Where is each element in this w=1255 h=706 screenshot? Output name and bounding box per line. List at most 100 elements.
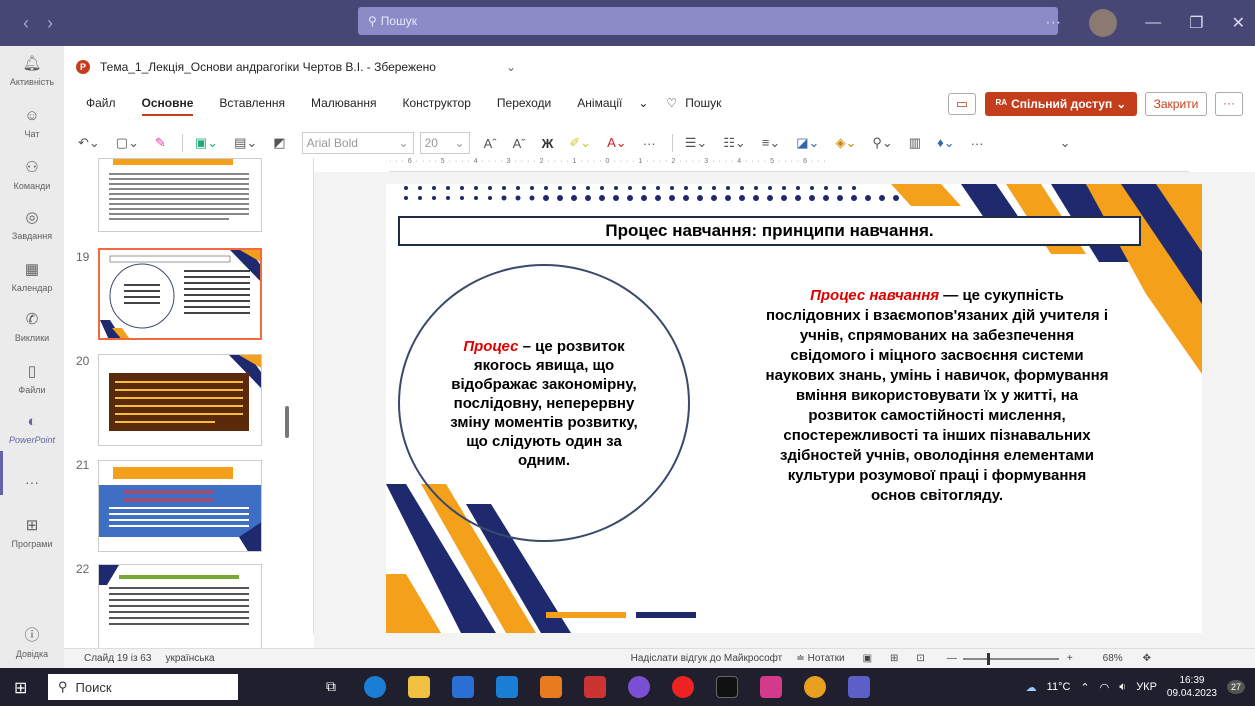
rail-item-calls[interactable]: ✆ Виклики	[0, 310, 64, 343]
tab-draw[interactable]: Малювання	[311, 96, 376, 116]
font-size-select[interactable]: 20 ⌄	[419, 132, 470, 154]
language-indicator[interactable]: УКР	[1136, 681, 1157, 693]
close-window-icon[interactable]: ✕	[1232, 13, 1245, 33]
thumbnail-slide-20[interactable]	[98, 354, 262, 446]
chevron-down-icon[interactable]: ⌄	[638, 96, 648, 116]
paste-icon[interactable]: ▢⌄	[116, 135, 139, 151]
notes-button[interactable]: Нотатки	[808, 653, 845, 664]
weather-temp[interactable]: 11°C	[1047, 681, 1071, 693]
current-slide[interactable]: Процес навчання: принципи навчання. Проц…	[386, 184, 1202, 633]
rail-item-teams[interactable]: ⚇ Команди	[0, 158, 64, 191]
tab-design[interactable]: Конструктор	[402, 96, 470, 116]
thumbnail-slide-18[interactable]	[98, 158, 262, 232]
increase-font-icon[interactable]: Aˆ	[484, 136, 497, 151]
more-button[interactable]: ···	[1215, 92, 1243, 116]
instagram-icon[interactable]	[760, 676, 782, 698]
close-button[interactable]: Закрити	[1145, 92, 1207, 116]
tab-insert[interactable]: Вставлення	[219, 96, 285, 116]
zoom-out-icon[interactable]: —	[947, 653, 957, 664]
file-explorer-icon[interactable]	[408, 676, 430, 698]
task-view-icon[interactable]: ⧉	[326, 678, 336, 695]
edge-icon[interactable]	[364, 676, 386, 698]
avatar[interactable]	[1089, 9, 1118, 37]
windows-start-icon[interactable]: ⊞	[14, 678, 27, 698]
thumbnail-slide-21[interactable]	[98, 460, 262, 552]
tab-transitions[interactable]: Переходи	[497, 96, 551, 116]
chevron-down-icon[interactable]: ⌄	[1060, 135, 1071, 151]
wifi-icon[interactable]: ◠	[1100, 681, 1110, 694]
ribbon-search[interactable]: Пошук	[685, 96, 721, 116]
more-options-icon[interactable]: ···	[1045, 14, 1061, 32]
app-icon[interactable]	[540, 676, 562, 698]
tab-animations[interactable]: Анімації	[577, 96, 622, 116]
maximize-icon[interactable]: ❐	[1189, 13, 1203, 33]
app-icon[interactable]	[584, 676, 606, 698]
tray-chevron-icon[interactable]: ⌃	[1080, 681, 1089, 694]
language-indicator[interactable]: українська	[165, 653, 214, 664]
highlight-icon[interactable]: ✐⌄	[569, 135, 591, 151]
rail-item-activity[interactable]: 🔔︎ Активність	[0, 54, 64, 87]
thumbnail-slide-22[interactable]	[98, 564, 262, 650]
tiktok-icon[interactable]	[716, 676, 738, 698]
rail-item-more[interactable]: ···	[0, 474, 64, 490]
feedback-link[interactable]: Надіслати відгук до Майкрософт	[631, 653, 783, 664]
volume-icon[interactable]: 🔉︎	[1119, 681, 1126, 694]
find-icon[interactable]: ⚲⌄	[872, 135, 892, 151]
undo-icon[interactable]: ↶⌄	[78, 135, 100, 151]
rail-item-files[interactable]: ▯ Файли	[0, 362, 64, 395]
more-font-icon[interactable]: ···	[643, 136, 656, 151]
learning-process-definition[interactable]: Процес навчання — це сукупність послідов…	[764, 286, 1110, 506]
font-name-select[interactable]: Arial Bold ⌄	[301, 132, 414, 154]
share-button[interactable]: ᴿᴬ Спільний доступ ⌄	[985, 92, 1137, 116]
format-painter-icon[interactable]: ✎	[155, 135, 166, 151]
rail-item-powerpoint[interactable]: ◐ PowerPoint	[0, 412, 64, 445]
bold-icon[interactable]: Ж	[542, 136, 554, 151]
decrease-font-icon[interactable]: Aˇ	[513, 136, 526, 151]
chrome-icon[interactable]	[804, 676, 826, 698]
rail-item-calendar[interactable]: ▦ Календар	[0, 260, 64, 293]
notifications-icon[interactable]: 27	[1226, 680, 1245, 694]
sorter-view-icon[interactable]: ⊞	[890, 653, 898, 664]
opera-icon[interactable]	[672, 676, 694, 698]
align-icon[interactable]: ≡⌄	[762, 135, 780, 151]
thumbnails-scrollbar[interactable]	[285, 406, 289, 438]
more-tools-icon[interactable]: ···	[971, 136, 984, 151]
process-definition-ellipse[interactable]: Процес – це розвиток якогось явища, що в…	[398, 264, 690, 542]
taskbar-search[interactable]: ⚲ Поиск	[48, 674, 238, 700]
search-input[interactable]: ⚲ Пошук	[358, 7, 1058, 35]
comments-button[interactable]: ▭	[948, 93, 976, 115]
teams-taskbar-icon[interactable]	[848, 676, 870, 698]
chevron-down-icon[interactable]: ⌄	[506, 60, 516, 74]
fit-slide-icon[interactable]: ✥	[1143, 653, 1151, 664]
new-slide-icon[interactable]: ▣⌄	[195, 135, 218, 151]
layout-icon[interactable]: ▤⌄	[234, 135, 257, 151]
bullets-icon[interactable]: ☰⌄	[685, 135, 708, 151]
designer-icon[interactable]: ▥	[909, 135, 921, 151]
tab-home[interactable]: Основне	[141, 96, 194, 116]
zoom-level[interactable]: 68%	[1103, 653, 1123, 664]
fill-icon[interactable]: ◈⌄	[835, 135, 856, 151]
reading-view-icon[interactable]: ⊡	[916, 653, 924, 664]
store-icon[interactable]	[452, 676, 474, 698]
mail-icon[interactable]	[496, 676, 518, 698]
zoom-slider[interactable]	[962, 652, 1059, 665]
slide-title[interactable]: Процес навчання: принципи навчання.	[398, 216, 1141, 246]
zoom-thumb[interactable]	[986, 652, 990, 665]
shapes-icon[interactable]: ◪⌄	[796, 135, 819, 151]
normal-view-icon[interactable]: ▣	[863, 653, 872, 664]
forward-arrow-icon[interactable]: ›	[38, 13, 62, 34]
dictate-icon[interactable]: ♦⌄	[937, 135, 955, 151]
viber-icon[interactable]	[628, 676, 650, 698]
tab-file[interactable]: Файл	[86, 96, 116, 116]
minimize-icon[interactable]: —	[1145, 14, 1161, 32]
thumbnail-slide-19[interactable]	[98, 248, 262, 340]
back-arrow-icon[interactable]: ‹	[14, 13, 38, 34]
document-title[interactable]: Тема_1_Лекція_Основи андрагогіки Чертов …	[100, 60, 436, 74]
rail-item-apps[interactable]: ⊞ Програми	[0, 516, 64, 549]
font-color-icon[interactable]: A⌄	[607, 135, 627, 151]
rail-item-chat[interactable]: ☺ Чат	[0, 106, 64, 139]
reset-icon[interactable]: ◩	[273, 135, 285, 151]
zoom-in-icon[interactable]: +	[1067, 653, 1073, 664]
clock[interactable]: 16:39 09.04.2023	[1167, 674, 1217, 700]
rail-item-assignments[interactable]: ◎ Завдання	[0, 208, 64, 241]
